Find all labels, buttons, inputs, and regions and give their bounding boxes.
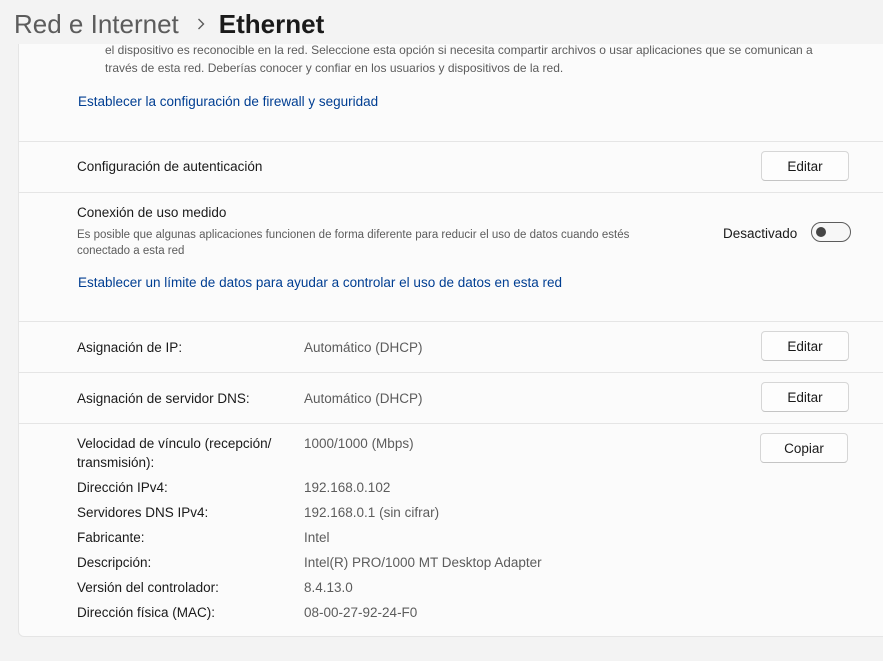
page-title: Ethernet [218, 8, 325, 39]
ip-assignment-value: Automático (DHCP) [304, 340, 423, 355]
copy-properties-button[interactable]: Copiar [760, 433, 848, 463]
driver-version-label: Versión del controlador: [77, 580, 219, 595]
data-limit-link[interactable]: Establecer un límite de datos para ayuda… [78, 275, 562, 290]
dns-assignment-label: Asignación de servidor DNS: [77, 391, 250, 406]
authentication-label: Configuración de autenticación [77, 159, 263, 174]
metered-connection-description: Es posible que algunas aplicaciones func… [77, 229, 630, 257]
ipv4-dns-value: 192.168.0.1 (sin cifrar) [304, 505, 440, 520]
properties-section: Velocidad de vínculo (recepción/ transmi… [19, 424, 883, 636]
dns-assignment-row: Asignación de servidor DNS: Automático (… [19, 373, 883, 424]
dns-assignment-value: Automático (DHCP) [304, 391, 423, 406]
link-speed-value: 1000/1000 (Mbps) [304, 436, 414, 451]
manufacturer-value: Intel [304, 530, 330, 545]
description-value: Intel(R) PRO/1000 MT Desktop Adapter [304, 555, 542, 570]
network-profile-description: el dispositivo es reconocible en la red.… [105, 44, 825, 77]
link-speed-label: Velocidad de vínculo (recepción/ transmi… [77, 436, 272, 470]
ip-edit-button[interactable]: Editar [761, 331, 849, 361]
authentication-row: Configuración de autenticación Editar [19, 142, 883, 193]
ipv4-address-label: Dirección IPv4: [77, 480, 168, 495]
metered-connection-row: Conexión de uso medido Es posible que al… [19, 193, 883, 322]
metered-connection-title: Conexión de uso medido [77, 205, 227, 220]
manufacturer-label: Fabricante: [77, 530, 145, 545]
ipv4-address-value: 192.168.0.102 [304, 480, 391, 495]
mac-address-label: Dirección física (MAC): [77, 605, 216, 620]
toggle-knob [816, 227, 826, 237]
mac-address-value: 08-00-27-92-24-F0 [304, 605, 418, 620]
authentication-edit-button[interactable]: Editar [761, 151, 849, 181]
network-profile-section: el dispositivo es reconocible en la red.… [19, 44, 883, 142]
description-cut-line: el dispositivo es reconocible en la red.… [105, 44, 813, 57]
breadcrumb: Red e Internet Ethernet [14, 4, 324, 44]
ip-assignment-label: Asignación de IP: [77, 340, 183, 355]
dns-edit-button[interactable]: Editar [761, 382, 849, 412]
ip-assignment-row: Asignación de IP: Automático (DHCP) Edit… [19, 322, 883, 373]
firewall-settings-link[interactable]: Establecer la configuración de firewall … [78, 94, 378, 109]
breadcrumb-parent[interactable]: Red e Internet [14, 9, 179, 40]
ipv4-dns-label: Servidores DNS IPv4: [77, 505, 209, 520]
metered-toggle-state: Desactivado [723, 226, 798, 241]
settings-panel: el dispositivo es reconocible en la red.… [18, 44, 883, 637]
driver-version-value: 8.4.13.0 [304, 580, 353, 595]
description-line: través de esta red. Deberías conocer y c… [105, 61, 564, 75]
metered-connection-toggle[interactable] [811, 222, 851, 242]
chevron-right-icon [197, 18, 205, 30]
description-label: Descripción: [77, 555, 152, 570]
